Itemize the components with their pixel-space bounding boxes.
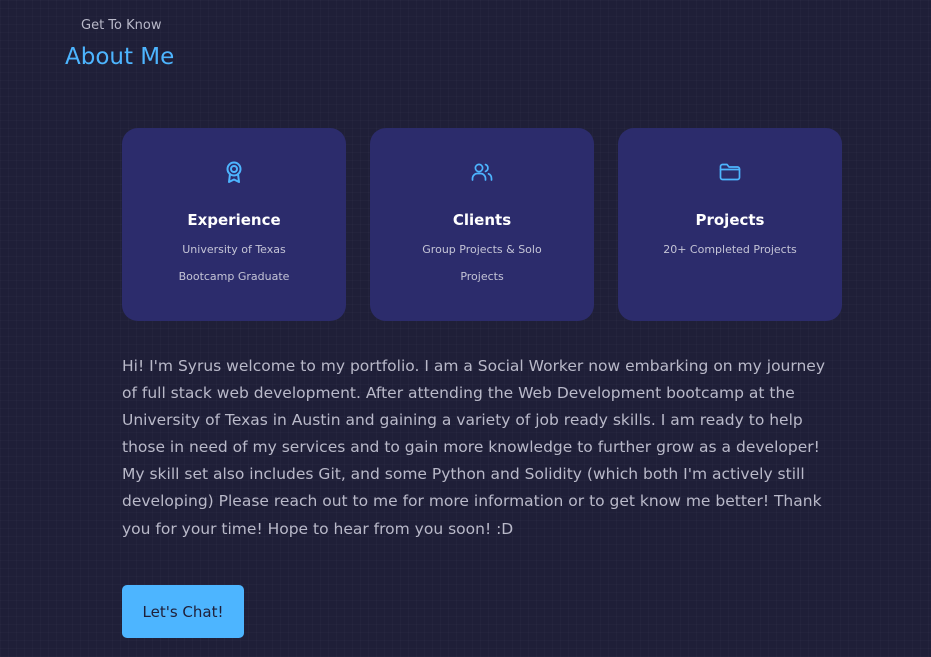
card-clients: Clients Group Projects & Solo Projects xyxy=(370,128,594,321)
lets-chat-button[interactable]: Let's Chat! xyxy=(122,585,244,638)
card-line: Group Projects & Solo xyxy=(422,243,542,256)
card-title: Clients xyxy=(452,211,512,229)
card-line: Projects xyxy=(460,270,504,283)
users-icon xyxy=(370,160,594,184)
card-description: Group Projects & Solo Projects xyxy=(400,236,564,290)
folder-icon xyxy=(618,160,842,184)
card-projects: Projects 20+ Completed Projects xyxy=(618,128,842,321)
card-title: Projects xyxy=(695,211,765,229)
card-description: 20+ Completed Projects xyxy=(648,236,812,263)
card-line: 20+ Completed Projects xyxy=(663,243,797,256)
card-description: University of Texas Bootcamp Graduate xyxy=(152,236,316,290)
card-title: Experience xyxy=(187,211,281,229)
card-line: University of Texas xyxy=(182,243,286,256)
card-experience: Experience University of Texas Bootcamp … xyxy=(122,128,346,321)
card-line: Bootcamp Graduate xyxy=(178,270,290,283)
award-icon xyxy=(122,160,346,184)
section-title: About Me xyxy=(65,44,175,70)
about-cards: Experience University of Texas Bootcamp … xyxy=(122,128,842,321)
about-bio: Hi! I'm Syrus welcome to my portfolio. I… xyxy=(122,357,826,538)
section-subtitle: Get To Know xyxy=(81,18,162,33)
